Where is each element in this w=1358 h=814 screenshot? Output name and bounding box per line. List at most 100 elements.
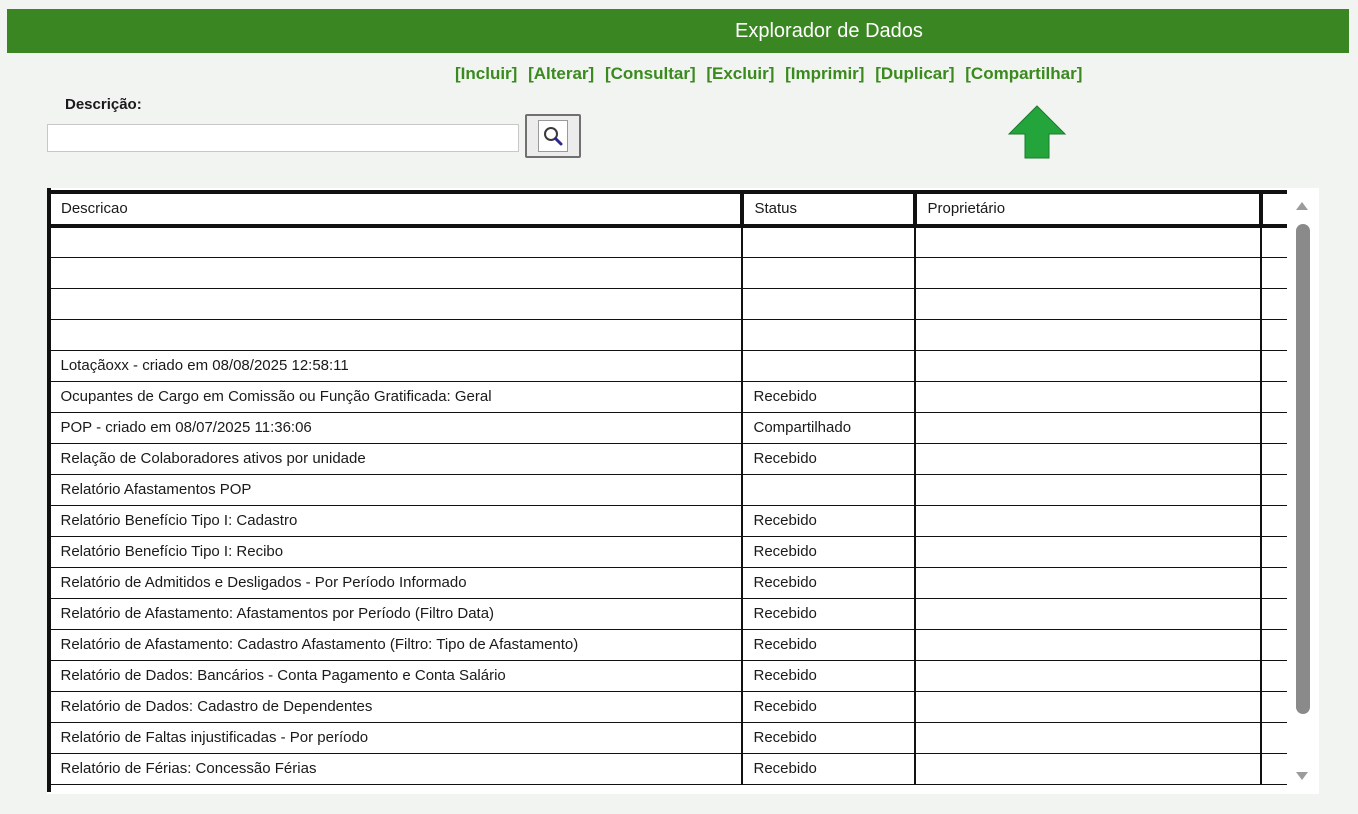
cell-status [741,257,916,289]
column-header-proprietario[interactable]: Proprietário [914,190,1263,228]
table-row[interactable]: Ocupantes de Cargo em Comissão ou Função… [49,381,1291,413]
cell-descricao: Relação de Colaboradores ativos por unid… [49,443,743,475]
table-row[interactable]: Relatório de Admitidos e Desligados - Po… [49,567,1291,599]
table-row[interactable]: Relação de Colaboradores ativos por unid… [49,443,1291,475]
cell-proprietario [914,722,1262,754]
cell-descricao [49,319,743,351]
table-row[interactable] [49,319,1291,351]
table-body: Lotaçãoxx - criado em 08/08/2025 12:58:1… [49,226,1291,785]
delete-link[interactable]: [Excluir] [706,64,774,83]
cell-proprietario [914,443,1262,475]
vertical-scrollbar[interactable] [1287,190,1317,790]
cell-status: Compartilhado [741,412,916,444]
table-row[interactable]: Relatório de Faltas injustificadas - Por… [49,722,1291,754]
cell-extra [1260,381,1291,413]
page-title: Explorador de Dados [735,20,923,42]
cell-status: Recebido [741,381,916,413]
cell-descricao: Relatório Benefício Tipo I: Recibo [49,536,743,568]
cell-descricao: Relatório de Férias: Concessão Férias [49,753,743,785]
cell-proprietario [914,226,1262,258]
cell-status: Recebido [741,660,916,692]
search-button[interactable] [525,114,581,158]
table-row[interactable]: Relatório de Dados: Bancários - Conta Pa… [49,660,1291,692]
cell-extra [1260,443,1291,475]
cell-proprietario [914,505,1262,537]
table-row[interactable]: Relatório Benefício Tipo I: Recibo Recebi… [49,536,1291,568]
cell-descricao: Relatório de Afastamento: Afastamentos p… [49,598,743,630]
cell-status: Recebido [741,753,916,785]
cell-status: Recebido [741,505,916,537]
table-row[interactable] [49,288,1291,320]
cell-proprietario [914,629,1262,661]
cell-extra [1260,753,1291,785]
table-row[interactable]: Lotaçãoxx - criado em 08/08/2025 12:58:1… [49,350,1291,382]
cell-proprietario [914,660,1262,692]
cell-descricao [49,226,743,258]
cell-descricao: Lotaçãoxx - criado em 08/08/2025 12:58:1… [49,350,743,382]
cell-extra [1260,722,1291,754]
scroll-thumb[interactable] [1296,224,1310,714]
description-input[interactable] [47,124,519,152]
search-button-face [538,120,568,152]
cell-status: Recebido [741,443,916,475]
cell-extra [1260,660,1291,692]
cell-proprietario [914,412,1262,444]
cell-status: Recebido [741,536,916,568]
alter-link[interactable]: [Alterar] [528,64,594,83]
cell-proprietario [914,257,1262,289]
cell-extra [1260,350,1291,382]
cell-proprietario [914,567,1262,599]
cell-proprietario [914,753,1262,785]
table-row[interactable]: Relatório de Afastamento: Afastamentos p… [49,598,1291,630]
cell-status: Recebido [741,598,916,630]
cell-status [741,350,916,382]
data-grid: Descricao Status Proprietário Lotaçãoxx … [47,188,1319,794]
column-header-descricao[interactable]: Descricao [49,190,744,228]
cell-status [741,474,916,506]
results-table: Descricao Status Proprietário Lotaçãoxx … [49,190,1291,785]
table-row[interactable]: POP - criado em 08/07/2025 11:36:06 Compa… [49,412,1291,444]
action-links: [Incluir] [Alterar] [Consultar] [Excluir… [455,64,1088,84]
consult-link[interactable]: [Consultar] [605,64,696,83]
scroll-down-arrow-icon[interactable] [1296,772,1308,780]
cell-status [741,288,916,320]
table-row[interactable]: Relatório Afastamentos POP [49,474,1291,506]
cell-status [741,319,916,351]
table-row[interactable] [49,257,1291,289]
description-label: Descrição: [65,96,142,113]
cell-extra [1260,319,1291,351]
scroll-up-arrow-icon[interactable] [1296,202,1308,210]
cell-descricao [49,257,743,289]
cell-status [741,226,916,258]
cell-extra [1260,691,1291,723]
cell-extra [1260,257,1291,289]
include-link[interactable]: [Incluir] [455,64,517,83]
cell-proprietario [914,598,1262,630]
cell-descricao: Relatório Afastamentos POP [49,474,743,506]
cell-proprietario [914,536,1262,568]
table-row[interactable] [49,226,1291,258]
cell-descricao [49,288,743,320]
table-row[interactable]: Relatório de Afastamento: Cadastro Afast… [49,629,1291,661]
up-arrow-icon [1007,105,1067,159]
duplicate-link[interactable]: [Duplicar] [875,64,954,83]
cell-descricao: Relatório de Faltas injustificadas - Por… [49,722,743,754]
cell-extra [1260,536,1291,568]
cell-descricao: Relatório de Dados: Bancários - Conta Pa… [49,660,743,692]
table-row[interactable]: Relatório de Férias: Concessão Férias Rec… [49,753,1291,785]
cell-extra [1260,567,1291,599]
cell-descricao: POP - criado em 08/07/2025 11:36:06 [49,412,743,444]
title-bar: Explorador de Dados [7,9,1349,53]
cell-descricao: Ocupantes de Cargo em Comissão ou Função… [49,381,743,413]
print-link[interactable]: [Imprimir] [785,64,864,83]
table-row[interactable]: Relatório de Dados: Cadastro de Dependen… [49,691,1291,723]
cell-descricao: Relatório Benefício Tipo I: Cadastro [49,505,743,537]
table-row[interactable]: Relatório Benefício Tipo I: Cadastro Rece… [49,505,1291,537]
cell-descricao: Relatório de Dados: Cadastro de Dependen… [49,691,743,723]
cell-proprietario [914,381,1262,413]
column-header-status[interactable]: Status [741,190,917,228]
cell-proprietario [914,288,1262,320]
cell-extra [1260,505,1291,537]
cell-descricao: Relatório de Admitidos e Desligados - Po… [49,567,743,599]
share-link[interactable]: [Compartilhar] [965,64,1082,83]
